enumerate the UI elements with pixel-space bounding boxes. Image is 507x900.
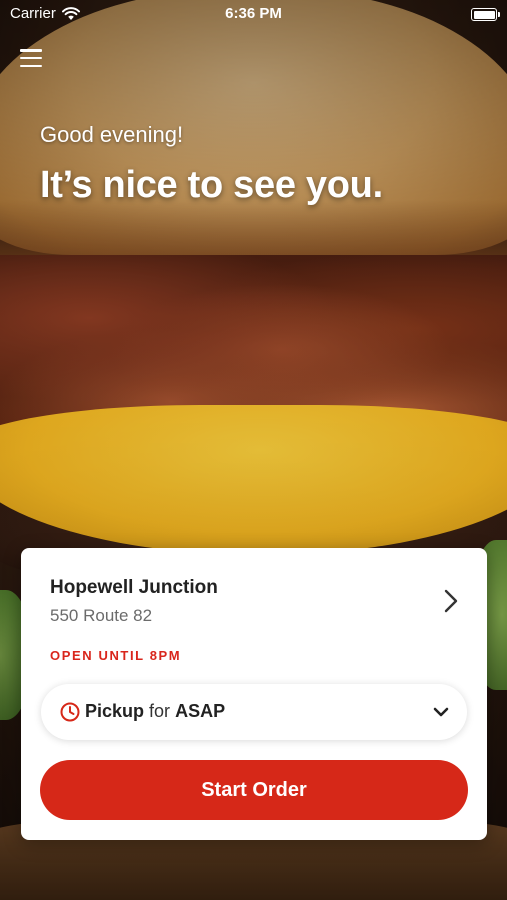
order-connector: for xyxy=(149,701,171,721)
status-time: 6:36 PM xyxy=(225,5,282,22)
start-order-button[interactable]: Start Order xyxy=(40,760,468,820)
store-name: Hopewell Junction xyxy=(50,577,218,598)
store-location-selector[interactable]: Hopewell Junction 550 Route 82 xyxy=(21,548,487,638)
store-hours-badge: OPEN UNTIL 8PM xyxy=(50,648,182,663)
status-bar: Carrier 6:36 PM xyxy=(0,0,507,28)
store-address: 550 Route 82 xyxy=(50,606,153,625)
order-mode: Pickup xyxy=(85,701,145,721)
battery-icon xyxy=(471,8,500,21)
order-type-text: Pickup for ASAP xyxy=(85,701,225,722)
hamburger-menu-icon[interactable] xyxy=(18,46,44,70)
chevron-right-icon xyxy=(444,589,458,613)
greeting-text: Good evening! xyxy=(40,122,184,147)
chevron-down-icon xyxy=(433,707,449,717)
clock-icon xyxy=(60,702,80,722)
order-time: ASAP xyxy=(175,701,226,721)
welcome-headline: It’s nice to see you. xyxy=(40,164,383,206)
location-card: Hopewell Junction 550 Route 82 OPEN UNTI… xyxy=(21,548,487,840)
order-type-dropdown[interactable]: Pickup for ASAP xyxy=(41,684,467,740)
